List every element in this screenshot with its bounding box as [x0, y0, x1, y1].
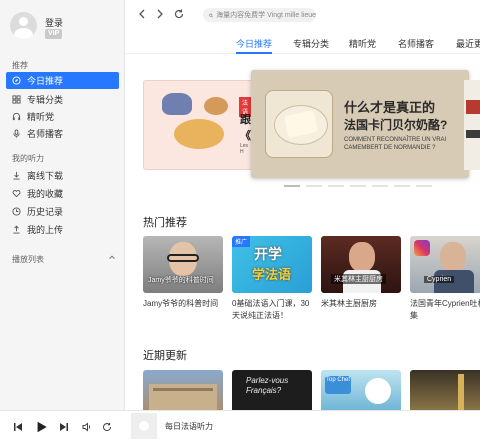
banner-slide-prev[interactable]: 法语 跟《H Les H: [143, 80, 253, 170]
loop-icon[interactable]: [102, 422, 112, 432]
play-icon[interactable]: [35, 420, 48, 434]
tab-bar: 今日推荐 专辑分类 精听党 名师播客 最近更新: [125, 30, 480, 54]
carousel-dot[interactable]: [306, 185, 322, 187]
thumbnail-overlay-text: Cyprien: [424, 276, 455, 283]
sidebar-item-label: 我的上传: [27, 225, 64, 235]
album-thumbnail: 米其林主厨厨房: [321, 236, 401, 293]
sidebar-item-label: 离线下载: [27, 171, 64, 181]
recommend-section-label: 推荐: [12, 61, 28, 70]
volume-icon[interactable]: [82, 422, 92, 432]
user-profile[interactable]: 登录 VIP: [10, 12, 120, 42]
album-card[interactable]: 推广 开学 学法语 0基础法语入门课，30天说纯正法语！: [232, 236, 312, 322]
current-track-title: 每日法语听力: [165, 422, 213, 431]
search-input[interactable]: 海量内容免费学 Vingt mille lieue: [203, 8, 316, 22]
headphones-icon: [12, 112, 21, 121]
avatar[interactable]: [10, 12, 37, 39]
thumbnail-headline: 开学: [254, 246, 282, 262]
tab-categories[interactable]: 专辑分类: [293, 37, 329, 50]
chevron-up-icon[interactable]: [108, 253, 116, 261]
previous-track-icon[interactable]: [13, 422, 23, 432]
player-bar: [0, 410, 480, 445]
album-card[interactable]: Jamy爷爷的科普时间 Jamy爷爷的科普时间: [143, 236, 223, 310]
top-bar: 海量内容免费学 Vingt mille lieue: [125, 0, 480, 30]
heart-icon: [12, 190, 21, 198]
recent-thumbnail-text: Parlez-vous Français?: [246, 376, 289, 395]
tab-podcasts[interactable]: 名师播客: [398, 37, 434, 50]
sidebar-item-history[interactable]: 历史记录: [6, 203, 119, 220]
download-icon: [13, 171, 20, 180]
banner-title-line1: 什么才是真正的: [344, 100, 436, 115]
sidebar-item-downloads[interactable]: 离线下载: [6, 167, 119, 184]
login-link[interactable]: 登录: [45, 16, 63, 29]
my-section-label: 我的听力: [12, 154, 44, 163]
next-track-icon[interactable]: [59, 422, 69, 432]
tab-today[interactable]: 今日推荐: [236, 37, 272, 50]
album-thumbnail: Cyprien: [410, 236, 480, 293]
sidebar-item-podcasts[interactable]: 名师播客: [6, 125, 119, 142]
banner-slide-active[interactable]: 什么才是真正的 法国卡门贝尔奶酪? COMMENT RECONNAÎTRE UN…: [251, 70, 469, 178]
banner-subtitle: COMMENT RECONNAÎTRE UN VRAI CAMEMBERT DE…: [344, 137, 447, 151]
sidebar-item-favorites[interactable]: 我的收藏: [6, 185, 119, 202]
promo-badge: 推广: [232, 236, 251, 247]
compass-icon: [12, 76, 21, 85]
album-title: 法国青年Cyprien吐槽集: [410, 299, 480, 320]
recent-section-title: 近期更新: [143, 350, 187, 362]
album-thumbnail: 推广 开学 学法语: [232, 236, 312, 293]
active-tab-indicator: [236, 52, 272, 54]
sidebar-item-intensive[interactable]: 精听党: [6, 108, 119, 125]
recent-thumbnail-text: Top Chef: [325, 376, 351, 394]
thumbnail-overlay-text: 米其林主厨厨房: [331, 274, 386, 284]
forward-icon[interactable]: [154, 8, 166, 20]
album-card[interactable]: 米其林主厨厨房 米其林主厨厨房: [321, 236, 401, 310]
album-thumbnail: Jamy爷爷的科普时间: [143, 236, 223, 293]
carousel-dot[interactable]: [328, 185, 344, 187]
grid-icon: [12, 95, 21, 104]
cheese-image: [265, 90, 333, 158]
thumbnail-subheadline: 学法语: [252, 267, 292, 282]
vip-badge: VIP: [45, 29, 63, 39]
sidebar: 登录 VIP 推荐 今日推荐 专辑分类 精听党 名师播客 我的听力 离线下载 我…: [0, 0, 125, 410]
carousel-dots: [284, 185, 438, 187]
album-title: 0基础法语入门课，30天说纯正法语！: [232, 299, 310, 320]
recent-album-thumbnail[interactable]: [410, 370, 480, 410]
hot-section-title: 热门推荐: [143, 217, 187, 229]
upload-icon: [13, 225, 20, 234]
sidebar-item-categories[interactable]: 专辑分类: [6, 91, 119, 108]
track-artwork[interactable]: [131, 413, 157, 439]
banner-title-line2: 法国卡门贝尔奶酪?: [344, 118, 448, 132]
back-icon[interactable]: [136, 8, 148, 20]
carousel-dot[interactable]: [416, 185, 432, 187]
sidebar-item-label: 名师播客: [27, 129, 64, 139]
carousel-dot[interactable]: [394, 185, 410, 187]
sidebar-item-label: 历史记录: [27, 207, 64, 217]
sidebar-item-label: 精听党: [27, 112, 55, 122]
sidebar-item-uploads[interactable]: 我的上传: [6, 221, 119, 238]
carousel-dot[interactable]: [350, 185, 366, 187]
banner-slide-next[interactable]: [464, 80, 480, 170]
playlist-section-label: 播放列表: [12, 255, 44, 264]
sidebar-item-label: 我的收藏: [27, 189, 64, 199]
recent-album-thumbnail[interactable]: Top Chef: [321, 370, 401, 410]
tab-recent[interactable]: 最近更新: [456, 37, 480, 50]
album-card[interactable]: Cyprien 法国青年Cyprien吐槽集: [410, 236, 480, 322]
clock-icon: [12, 207, 21, 216]
search-icon: [209, 13, 213, 17]
sidebar-item-today[interactable]: 今日推荐: [6, 72, 119, 89]
album-title: Jamy爷爷的科普时间: [143, 299, 219, 308]
recent-album-thumbnail[interactable]: [143, 370, 223, 410]
album-thumbnail-caption: Jamy爷爷的科普时间: [148, 277, 214, 284]
carousel-dot[interactable]: [372, 185, 388, 187]
mic-icon: [13, 129, 20, 138]
search-placeholder: 海量内容免费学 Vingt mille lieue: [216, 12, 316, 19]
sidebar-item-label: 今日推荐: [27, 76, 64, 86]
refresh-icon[interactable]: [173, 8, 185, 20]
album-title: 米其林主厨厨房: [321, 299, 377, 308]
carousel-dot[interactable]: [284, 185, 300, 187]
sidebar-item-label: 专辑分类: [27, 95, 64, 105]
tab-intensive[interactable]: 精听党: [349, 37, 376, 50]
recent-album-thumbnail[interactable]: Parlez-vous Français?: [232, 370, 312, 410]
